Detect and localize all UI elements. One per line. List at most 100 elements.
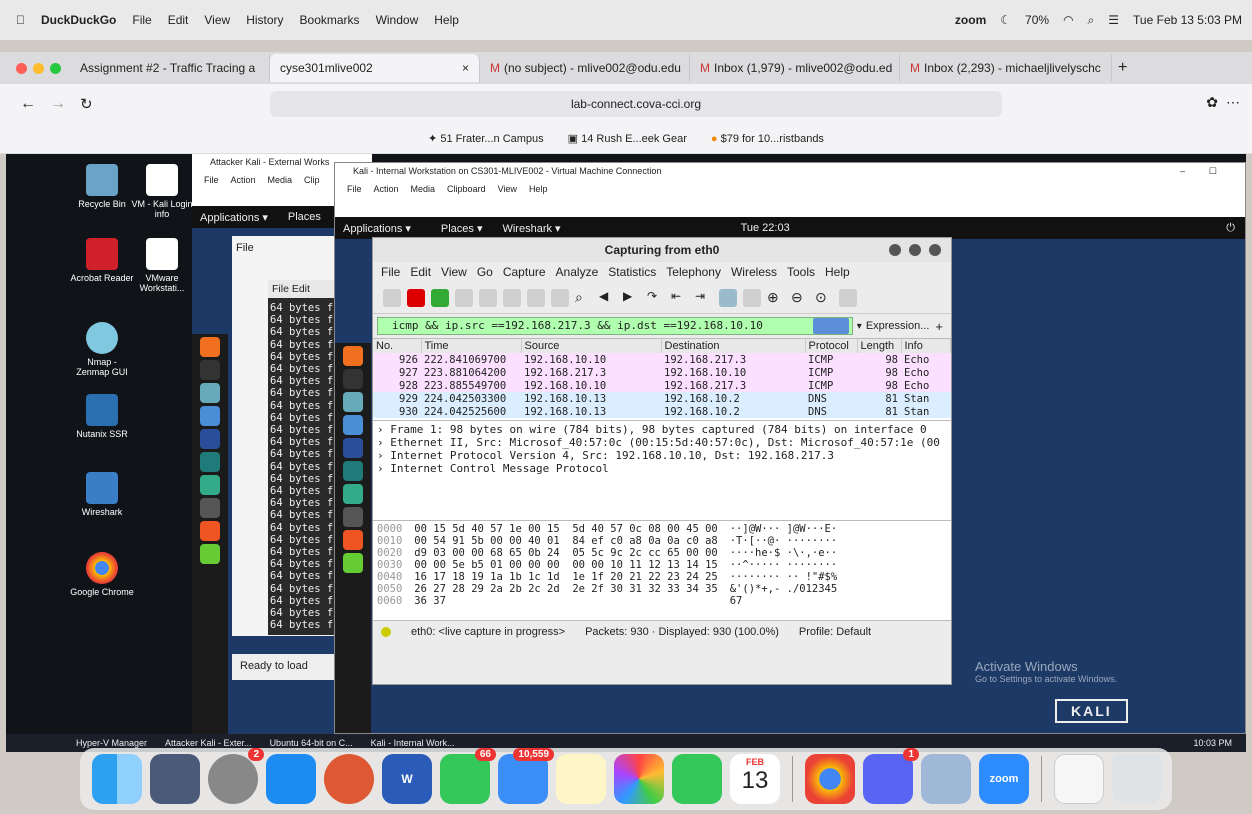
- maximize-icon[interactable]: ☐: [1209, 166, 1217, 177]
- preview-icon[interactable]: [921, 754, 971, 804]
- column-time[interactable]: Time: [421, 339, 522, 353]
- tab-inbox-2[interactable]: M Inbox (2,293) - michaeljlivelyschc: [900, 54, 1112, 82]
- column-no[interactable]: No.: [373, 339, 422, 353]
- reload-file-icon[interactable]: [551, 288, 569, 307]
- close-icon[interactable]: [929, 244, 941, 256]
- applications-menu[interactable]: Applications ▾: [200, 211, 268, 224]
- taskbar-ubuntu[interactable]: Ubuntu 64-bit on C...: [270, 738, 353, 748]
- more-menu-icon[interactable]: ⋯: [1226, 94, 1240, 111]
- desktop-icon-nutanix[interactable]: Nutanix SSR: [70, 394, 134, 439]
- back-icon[interactable]: ←: [20, 95, 36, 113]
- tab-cyse301[interactable]: cyse301mlive002 ×: [270, 54, 480, 82]
- applications-menu[interactable]: Applications ▾: [343, 222, 411, 235]
- close-window-button[interactable]: [16, 62, 27, 74]
- app-menu[interactable]: DuckDuckGo: [41, 13, 116, 27]
- colorize-icon[interactable]: [743, 288, 761, 307]
- packet-row[interactable]: 928 223.885549700 192.168.10.10 192.168.217…: [373, 379, 951, 392]
- menu-wireless[interactable]: Wireless: [731, 265, 777, 279]
- forward-icon[interactable]: →: [50, 95, 66, 113]
- extension-icon[interactable]: ✿: [1206, 94, 1218, 111]
- finder-icon[interactable]: [92, 754, 142, 804]
- firefox-icon[interactable]: [343, 346, 363, 366]
- discord-icon[interactable]: 1: [863, 748, 919, 804]
- zoom-out-icon[interactable]: ⊖: [791, 289, 809, 307]
- start-capture-icon[interactable]: [383, 288, 401, 307]
- maximize-icon[interactable]: [909, 244, 921, 256]
- profile-text[interactable]: Profile: Default: [799, 626, 871, 638]
- folder-icon[interactable]: [343, 415, 363, 435]
- packet-row[interactable]: 929 224.042503300 192.168.10.13 192.168.10.…: [373, 392, 951, 405]
- vm-menu-view[interactable]: View: [498, 184, 517, 194]
- menu-file[interactable]: File: [381, 265, 400, 279]
- column-info[interactable]: Info: [901, 339, 951, 353]
- menu-edit[interactable]: Edit: [292, 283, 310, 295]
- bookmark-item[interactable]: ✦ 51 Frater...n Campus: [428, 132, 544, 145]
- first-packet-icon[interactable]: ⇤: [671, 289, 689, 307]
- packet-row[interactable]: 927 223.881064200 192.168.217.3 192.168.10.…: [373, 366, 951, 379]
- metasploit-icon[interactable]: [343, 438, 363, 458]
- duckduckgo-icon[interactable]: [324, 754, 374, 804]
- clock[interactable]: Tue Feb 13 5:03 PM: [1133, 13, 1242, 27]
- desktop-icon-chrome[interactable]: Google Chrome: [70, 552, 134, 597]
- desktop-icon-recycle-bin[interactable]: Recycle Bin: [70, 164, 134, 209]
- packet-row[interactable]: 926 222.841069700 192.168.10.10 192.168.217…: [373, 353, 951, 366]
- autoscroll-icon[interactable]: [719, 288, 737, 307]
- tab-inbox-1[interactable]: M Inbox (1,979) - mlive002@odu.ed: [690, 54, 900, 82]
- desktop-icon-vmware[interactable]: VMware Workstati...: [130, 238, 194, 293]
- menu-edit[interactable]: Edit: [168, 13, 189, 27]
- vm-menu-media[interactable]: Media: [411, 184, 436, 194]
- zoom-in-icon[interactable]: ⊕: [767, 289, 785, 307]
- stop-capture-icon[interactable]: [407, 288, 425, 307]
- power-icon[interactable]: ⏻: [1226, 222, 1235, 235]
- close-file-icon[interactable]: [527, 288, 545, 307]
- battery-percent[interactable]: 70%: [1025, 13, 1049, 27]
- bookmark-item[interactable]: ● $79 for 10...ristbands: [711, 133, 824, 145]
- save-file-icon[interactable]: [503, 288, 521, 307]
- menu-statistics[interactable]: Statistics: [608, 265, 656, 279]
- detail-row[interactable]: › Internet Control Message Protocol: [377, 462, 947, 475]
- detail-row[interactable]: › Internet Protocol Version 4, Src: 192.…: [377, 449, 947, 462]
- terminal-icon[interactable]: [200, 360, 220, 380]
- menu-tools[interactable]: Tools: [787, 265, 815, 279]
- menu-analyze[interactable]: Analyze: [556, 265, 599, 279]
- eye-icon[interactable]: [200, 383, 220, 403]
- burp-icon[interactable]: [200, 475, 220, 495]
- folder-icon[interactable]: [200, 406, 220, 426]
- internal-vm-window[interactable]: Kali - Internal Workstation on CS301-MLI…: [334, 162, 1246, 734]
- go-back-icon[interactable]: ◀: [599, 289, 617, 307]
- reload-icon[interactable]: ↻: [80, 95, 93, 113]
- go-forward-icon[interactable]: ▶: [623, 289, 641, 307]
- minimize-icon[interactable]: [889, 244, 901, 256]
- display-filter-input[interactable]: icmp && ip.src ==192.168.217.3 && ip.dst…: [377, 317, 853, 335]
- moon-icon[interactable]: ☾: [1000, 13, 1011, 27]
- menu-view[interactable]: View: [204, 13, 230, 27]
- maximize-window-button[interactable]: [50, 62, 61, 74]
- menu-help[interactable]: Help: [434, 13, 459, 27]
- wifi-icon[interactable]: ◠: [1063, 13, 1073, 27]
- word-icon[interactable]: W: [382, 754, 432, 804]
- notes-icon[interactable]: [556, 754, 606, 804]
- notes-icon[interactable]: [343, 553, 363, 573]
- packet-list[interactable]: No. Time Source Destination Protocol Len…: [373, 338, 951, 420]
- column-source[interactable]: Source: [521, 339, 662, 353]
- places-menu[interactable]: Places: [288, 211, 321, 223]
- add-filter-button[interactable]: +: [935, 319, 943, 334]
- taskbar-attacker-kali[interactable]: Attacker Kali - Exter...: [165, 738, 252, 748]
- column-protocol[interactable]: Protocol: [805, 339, 858, 353]
- places-menu[interactable]: Places ▾: [441, 222, 483, 235]
- minimize-window-button[interactable]: [33, 62, 44, 74]
- chrome-icon[interactable]: [805, 754, 855, 804]
- column-destination[interactable]: Destination: [661, 339, 806, 353]
- menu-file[interactable]: File: [236, 242, 254, 254]
- radare-icon[interactable]: [343, 507, 363, 527]
- bookmark-item[interactable]: ▣ 14 Rush E...eek Gear: [568, 132, 687, 145]
- wireshark-app-menu[interactable]: Wireshark ▾: [502, 222, 560, 235]
- menu-file[interactable]: File: [132, 13, 151, 27]
- eye-icon[interactable]: [343, 392, 363, 412]
- close-tab-icon[interactable]: ×: [462, 61, 469, 75]
- terminal-icon[interactable]: [343, 369, 363, 389]
- menu-go[interactable]: Go: [477, 265, 493, 279]
- menu-file[interactable]: File: [272, 283, 289, 295]
- expression-button[interactable]: Expression...: [866, 320, 930, 332]
- resize-columns-icon[interactable]: [839, 288, 857, 307]
